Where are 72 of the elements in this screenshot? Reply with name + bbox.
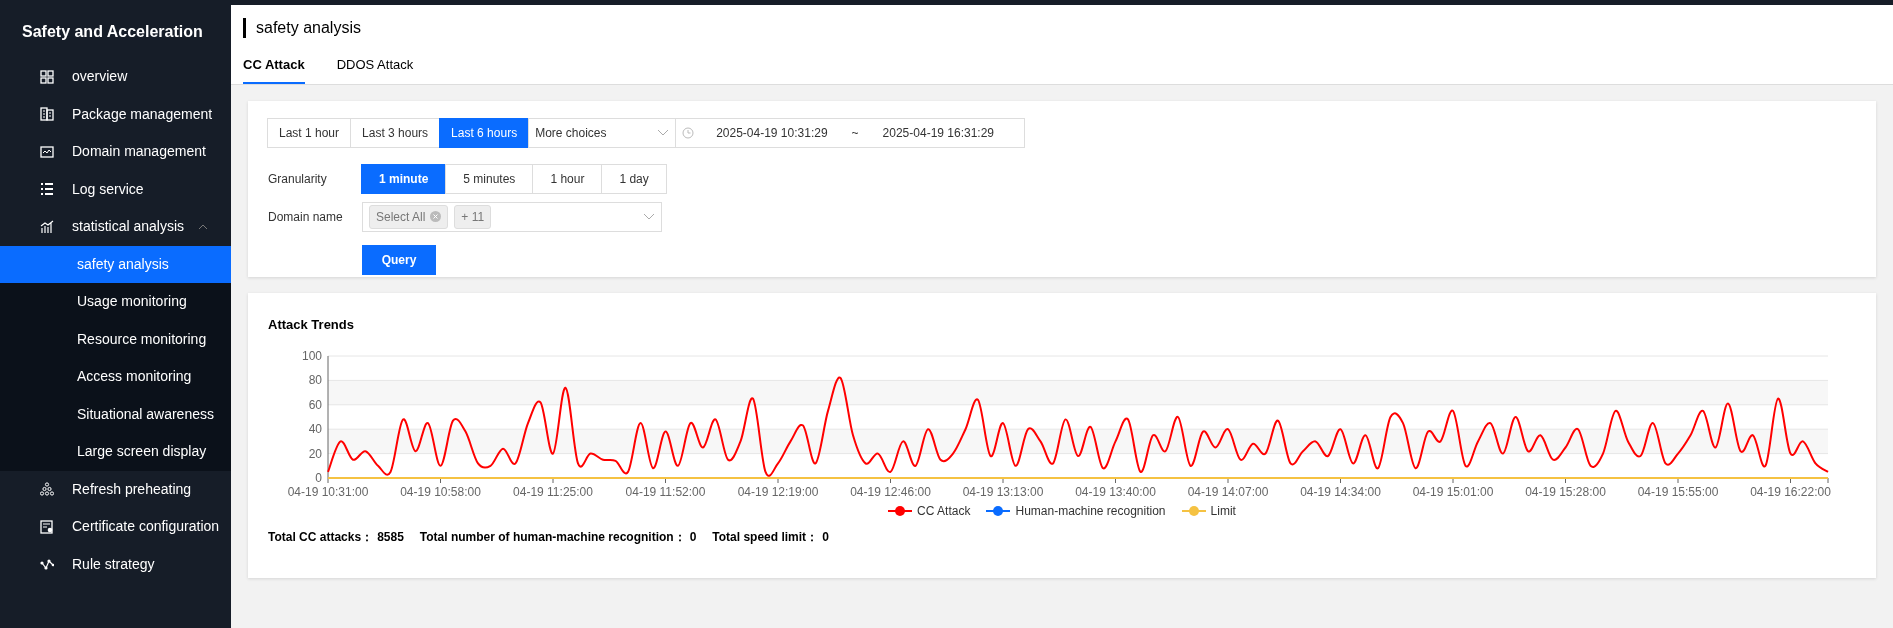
time-range-button[interactable]: Last 3 hours [350,117,441,148]
x-axis-label: 04-19 10:31:00 [287,485,369,498]
granularity-label: Granularity [268,170,328,188]
date-range-field[interactable]: 2025-04-19 10:31:29 ~ 2025-04-19 16:31:29 [675,117,1026,148]
hierarchy-icon [40,482,54,497]
x-axis-label: 04-19 16:22:00 [1750,485,1831,498]
legend-item[interactable]: Human-machine recognition [986,502,1166,520]
x-axis-label: 04-19 13:40:00 [1075,485,1156,498]
query-button[interactable]: Query [362,244,436,275]
y-axis-label: 40 [308,422,322,437]
y-axis-label: 80 [308,373,322,388]
document-icon [40,107,54,122]
y-axis-label: 100 [301,349,322,363]
sidebar-title: Safety and Acceleration [21,22,204,42]
x-axis-label: 04-19 15:28:00 [1525,485,1606,498]
x-axis-label: 04-19 14:07:00 [1187,485,1269,498]
monitor-chart-icon [40,144,54,159]
chart-title: Attack Trends [268,315,355,334]
domain-tag[interactable]: Select All [369,204,449,229]
x-axis-label: 04-19 14:34:00 [1300,485,1381,498]
x-axis-label: 04-19 15:55:00 [1637,485,1719,498]
sidebar-item[interactable]: overview [0,58,231,96]
y-axis-label: 20 [308,446,322,461]
granularity-button[interactable]: 1 day [601,163,667,194]
granularity-button[interactable]: 5 minutes [445,163,534,194]
sidebar-subitem[interactable]: Resource monitoring [0,320,231,358]
clock-icon [682,126,695,139]
certificate-icon [40,519,54,534]
remove-icon[interactable] [430,211,442,222]
x-axis-label: 04-19 11:52:00 [625,485,706,498]
sidebar-subitem[interactable]: Access monitoring [0,358,231,396]
x-axis-label: 04-19 12:19:00 [737,485,819,498]
x-axis-label: 04-19 12:46:00 [850,485,931,498]
sidebar-subitem[interactable]: safety analysis [0,245,231,283]
sidebar-item[interactable]: Rule strategy [0,545,231,583]
time-range-button[interactable]: Last 1 hour [267,117,352,148]
chevron-down-icon [643,212,655,221]
sidebar-subitem[interactable]: Usage monitoring [0,283,231,321]
domain-select[interactable]: Select All + 11 [362,201,662,232]
sidebar-item[interactable]: statistical analysis [0,208,231,246]
domain-name-label: Domain name [268,208,344,226]
bar-chart-icon [40,219,54,234]
domain-tag: + 11 [454,204,492,229]
legend-item[interactable]: CC Attack [888,502,971,520]
tab[interactable]: DDOS Attack [336,55,414,84]
total-stat: Total number of human-machine recognition： 0 [419,529,697,546]
y-axis-label: 0 [315,471,322,485]
sidebar-item[interactable]: Package management [0,95,231,133]
y-axis-label: 60 [308,397,322,412]
nodes-icon [40,557,54,572]
sidebar-subitem[interactable]: Large screen display [0,433,231,471]
grid-icon [40,69,54,84]
legend-item[interactable]: Limit [1181,502,1236,520]
more-choices-dropdown[interactable]: More choices [528,117,677,148]
sidebar-item[interactable]: Refresh preheating [0,470,231,508]
sidebar-item[interactable]: Log service [0,170,231,208]
tab[interactable]: CC Attack [243,55,305,84]
granularity-button[interactable]: 1 minute [361,163,447,194]
x-axis-label: 04-19 15:01:00 [1412,485,1494,498]
x-axis-label: 04-19 10:58:00 [400,485,481,498]
sidebar-subitem[interactable]: Situational awareness [0,395,231,433]
x-axis-label: 04-19 13:13:00 [962,485,1044,498]
page-title: safety analysis [243,18,1881,38]
time-range-button[interactable]: Last 6 hours [439,117,530,148]
list-icon [40,182,54,197]
granularity-button[interactable]: 1 hour [532,163,603,194]
sidebar-item[interactable]: Certificate configuration [0,508,231,546]
total-stat: Total speed limit： 0 [712,529,829,546]
sidebar-item[interactable]: Domain management [0,133,231,171]
total-stat: Total CC attacks： 8585 [268,529,404,546]
x-axis-label: 04-19 11:25:00 [513,485,593,498]
chevron-down-icon [657,128,670,137]
